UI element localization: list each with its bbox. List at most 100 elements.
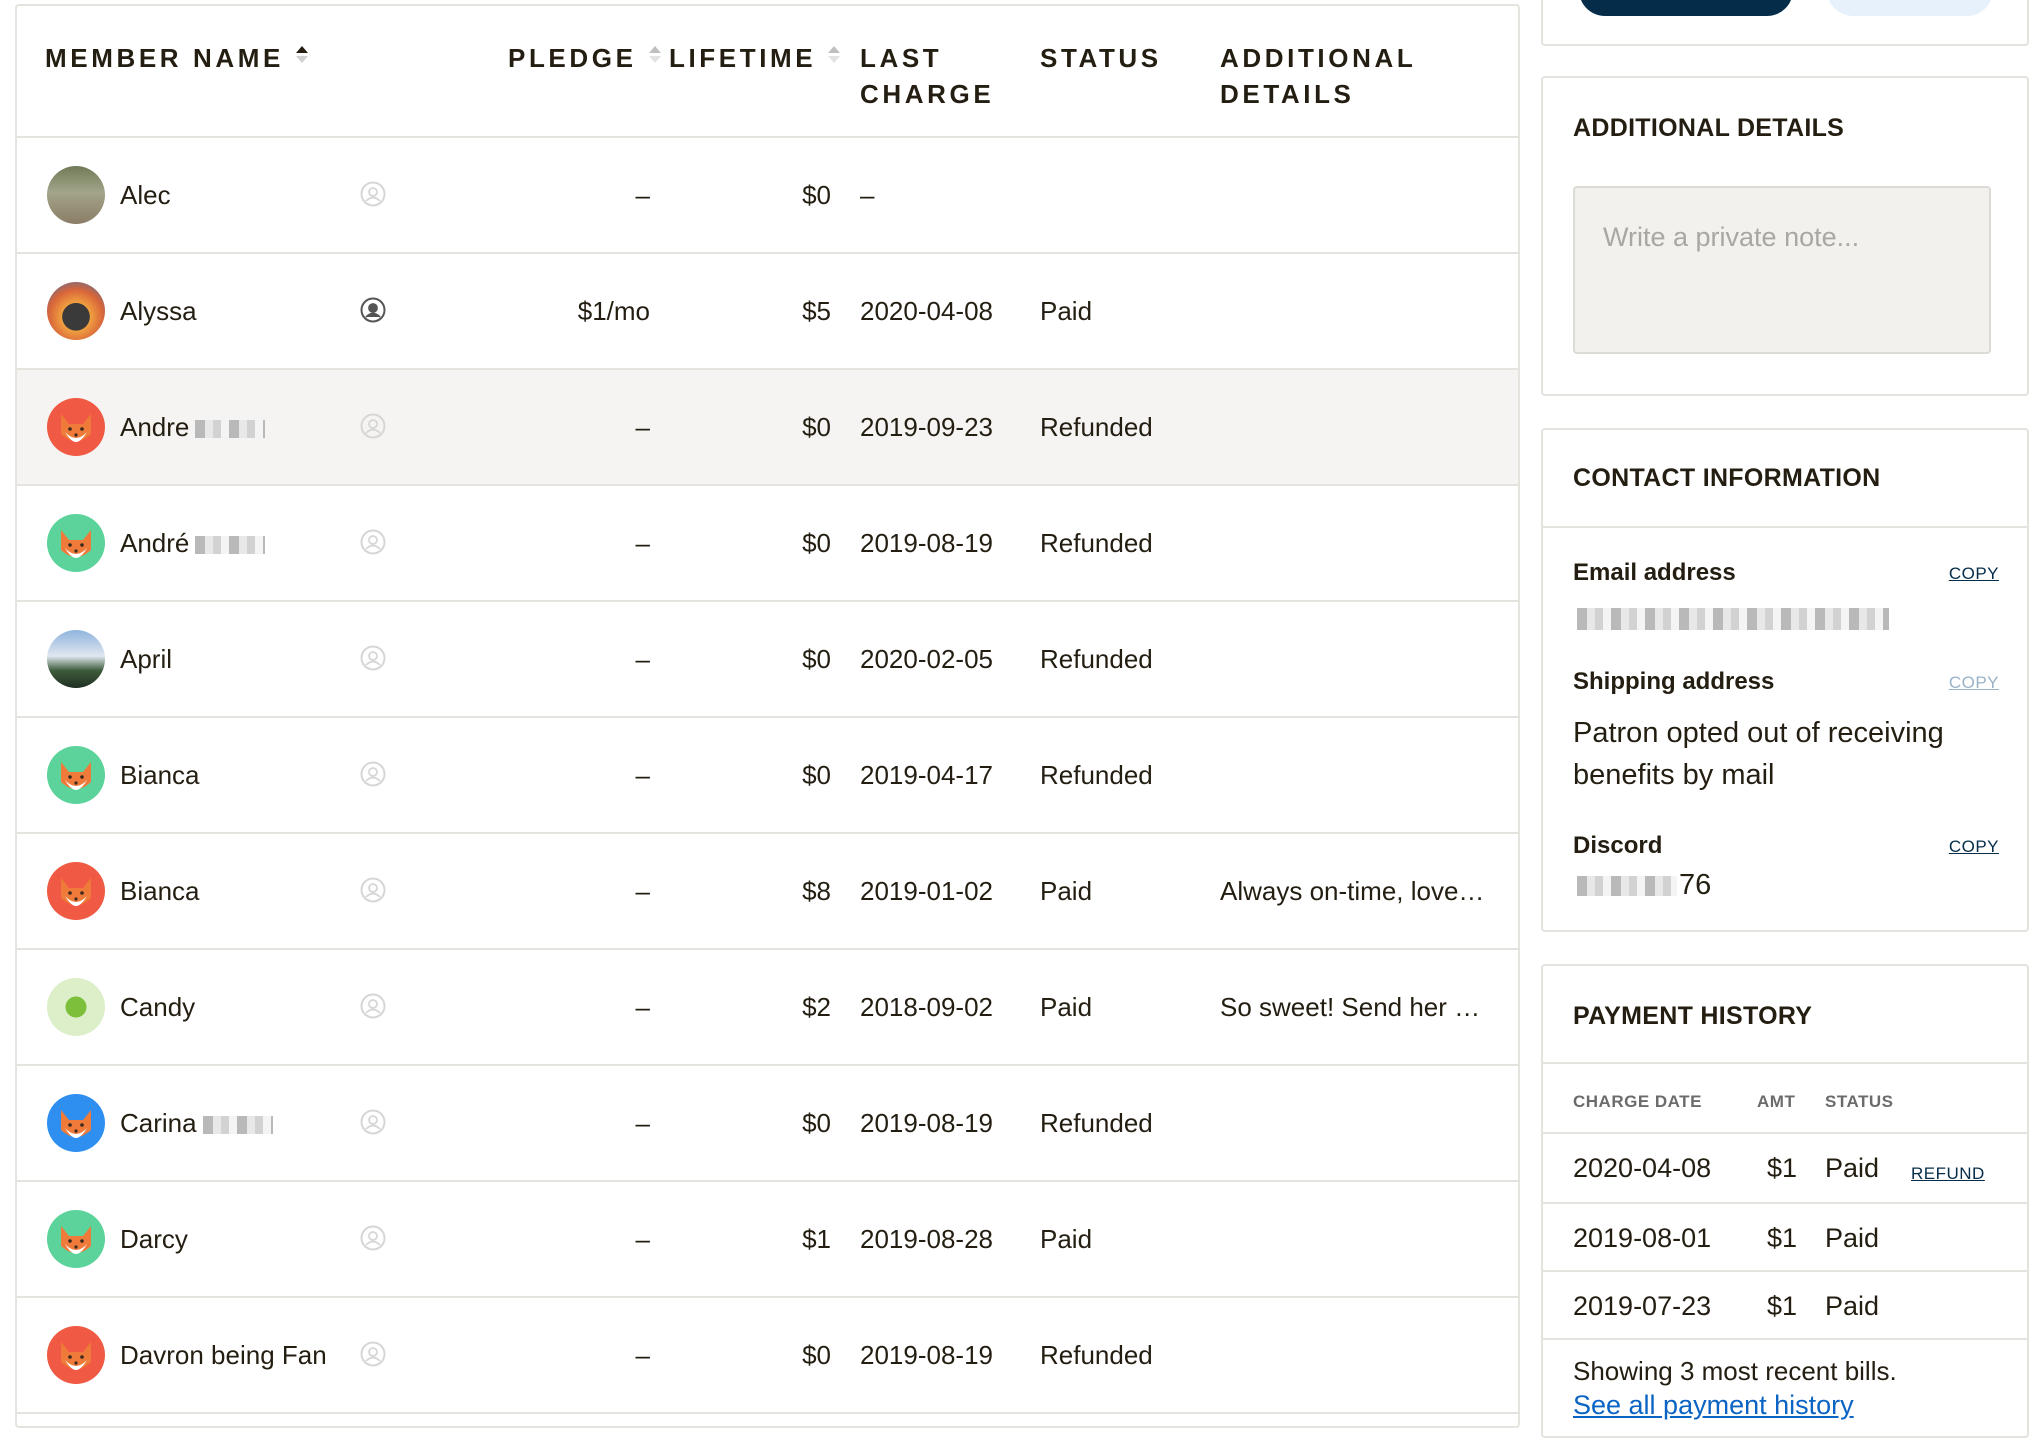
member-name[interactable]: Candy bbox=[120, 990, 195, 1024]
lifetime-value: $0 bbox=[802, 180, 831, 210]
contact-information-title: CONTACT INFORMATION bbox=[1573, 464, 1881, 492]
table-row[interactable]: Candy – $2 2018-09-02 Paid So sweet! Send her… bbox=[17, 950, 1518, 1066]
lifetime-value: $0 bbox=[802, 412, 831, 442]
last-charge-value: 2020-04-08 bbox=[860, 296, 993, 326]
member-name[interactable]: André bbox=[120, 526, 266, 560]
avatar bbox=[47, 398, 105, 456]
sort-icon bbox=[648, 46, 661, 63]
discord-redacted bbox=[1577, 876, 1677, 897]
table-row[interactable]: Alec – $0– bbox=[17, 138, 1518, 254]
pledge-value: – bbox=[635, 1108, 650, 1138]
status-value: Paid bbox=[1040, 296, 1093, 326]
table-row[interactable]: Alyssa $1/mo $5 2020-04-08 Paid bbox=[17, 254, 1518, 370]
primary-action-button[interactable] bbox=[1579, 0, 1793, 16]
avatar bbox=[47, 514, 105, 572]
patron-status-icon bbox=[360, 1341, 386, 1367]
last-charge-value: 2019-04-17 bbox=[860, 760, 993, 790]
avatar bbox=[47, 630, 105, 688]
header-amount: AMT bbox=[1757, 1092, 1796, 1111]
payment-history-title: PAYMENT HISTORY bbox=[1573, 1002, 1813, 1030]
pledge-value: – bbox=[635, 412, 650, 442]
additional-details-title: ADDITIONAL DETAILS bbox=[1573, 114, 1845, 142]
pledge-value: – bbox=[635, 1340, 650, 1370]
status-value: Refunded bbox=[1040, 644, 1153, 674]
table-row[interactable]: Davron being Fan – $0 2019-08-19 Refunded bbox=[17, 1298, 1518, 1414]
table-row[interactable]: André – $0 2019-08-19 Refunded bbox=[17, 486, 1518, 602]
member-name[interactable]: Alyssa bbox=[120, 294, 197, 328]
avatar bbox=[47, 166, 105, 224]
patron-status-icon bbox=[360, 877, 386, 903]
avatar bbox=[47, 1326, 105, 1384]
status-value: Paid bbox=[1040, 876, 1093, 906]
column-header-member-name[interactable]: MEMBER NAME bbox=[45, 40, 308, 76]
pledge-value: – bbox=[635, 528, 650, 558]
table-row[interactable]: Bianca – $0 2019-04-17 Refunded bbox=[17, 718, 1518, 834]
last-charge-value: 2019-08-28 bbox=[860, 1224, 993, 1254]
member-name[interactable]: Davron being Fan bbox=[120, 1338, 327, 1372]
lifetime-value: $0 bbox=[802, 528, 831, 558]
copy-shipping-button[interactable]: COPY bbox=[1949, 673, 1999, 693]
avatar bbox=[47, 978, 105, 1036]
status-value: Refunded bbox=[1040, 528, 1153, 558]
last-charge-value: 2019-01-02 bbox=[860, 876, 993, 906]
column-header-pledge[interactable]: PLEDGE bbox=[508, 40, 661, 76]
pledge-value: – bbox=[635, 644, 650, 674]
pledge-value: – bbox=[635, 992, 650, 1022]
patron-status-icon bbox=[360, 413, 386, 439]
discord-value: 76 bbox=[1573, 864, 1711, 906]
member-name[interactable]: Andre bbox=[120, 410, 266, 444]
lifetime-value: $0 bbox=[802, 760, 831, 790]
lifetime-value: $0 bbox=[802, 1340, 831, 1370]
status-value: Refunded bbox=[1040, 760, 1153, 790]
copy-email-button[interactable]: COPY bbox=[1949, 564, 1999, 584]
see-all-payment-history-link[interactable]: See all payment history bbox=[1573, 1390, 1854, 1421]
copy-discord-button[interactable]: COPY bbox=[1949, 837, 1999, 857]
private-note-input[interactable] bbox=[1573, 186, 1991, 354]
sort-icon bbox=[295, 46, 308, 63]
table-row[interactable]: Darcy – $1 2019-08-28 Paid bbox=[17, 1182, 1518, 1298]
lifetime-value: $8 bbox=[802, 876, 831, 906]
table-row[interactable]: Bianca – $8 2019-01-02 Paid Always on-time, l… bbox=[17, 834, 1518, 950]
status-value: Refunded bbox=[1040, 1108, 1153, 1138]
member-name[interactable]: Carina bbox=[120, 1106, 273, 1140]
email-value-redacted bbox=[1577, 608, 1889, 630]
column-header-additional-details: ADDITIONAL DETAILS bbox=[1220, 43, 1417, 109]
payment-row: 2019-07-23 $1 Paid bbox=[1573, 1291, 1880, 1321]
member-name[interactable]: April bbox=[120, 642, 172, 676]
divider bbox=[1543, 526, 2027, 528]
table-row[interactable]: April – $0 2020-02-05 Refunded bbox=[17, 602, 1518, 718]
status-value: Refunded bbox=[1040, 412, 1153, 442]
payment-row: 2020-04-08 $1 Paid REFUND bbox=[1543, 1134, 2027, 1202]
patron-status-icon bbox=[360, 529, 386, 555]
lifetime-value: $1 bbox=[802, 1224, 831, 1254]
table-header: MEMBER NAME PLEDGE LIFETIME LAST CHARGE … bbox=[17, 6, 1518, 138]
pledge-value: – bbox=[635, 180, 650, 210]
pledge-value: – bbox=[635, 760, 650, 790]
last-charge-value: – bbox=[860, 180, 875, 210]
name-redacted bbox=[195, 536, 266, 555]
table-row[interactable]: Carina – $0 2019-08-19 Refunded bbox=[17, 1066, 1518, 1182]
additional-details-value: Always on-time, love… bbox=[1220, 876, 1485, 906]
payment-history-card: PAYMENT HISTORY CHARGE DATE AMT STATUS 2… bbox=[1541, 964, 2029, 1438]
member-name[interactable]: Alec bbox=[120, 178, 171, 212]
discord-label: Discord bbox=[1573, 832, 1663, 859]
member-name[interactable]: Bianca bbox=[120, 874, 200, 908]
avatar bbox=[47, 282, 105, 340]
column-header-last-charge[interactable]: LAST CHARGE bbox=[860, 40, 994, 112]
lifetime-value: $0 bbox=[802, 1108, 831, 1138]
refund-button[interactable]: REFUND bbox=[1911, 1158, 1985, 1190]
sort-icon bbox=[828, 46, 841, 63]
member-name[interactable]: Darcy bbox=[120, 1222, 188, 1256]
patron-status-icon bbox=[360, 761, 386, 787]
patron-status-icon bbox=[360, 645, 386, 671]
column-header-status[interactable]: STATUS bbox=[1040, 40, 1162, 76]
table-row[interactable]: Andre – $0 2019-09-23 Refunded bbox=[17, 370, 1518, 486]
last-charge-value: 2019-09-23 bbox=[860, 412, 993, 442]
column-header-lifetime[interactable]: LIFETIME bbox=[669, 40, 841, 76]
secondary-action-button[interactable] bbox=[1827, 0, 1993, 16]
patron-status-icon bbox=[360, 993, 386, 1019]
patron-status-icon bbox=[360, 297, 386, 323]
last-charge-value: 2019-08-19 bbox=[860, 1108, 993, 1138]
avatar bbox=[47, 1210, 105, 1268]
member-name[interactable]: Bianca bbox=[120, 758, 200, 792]
